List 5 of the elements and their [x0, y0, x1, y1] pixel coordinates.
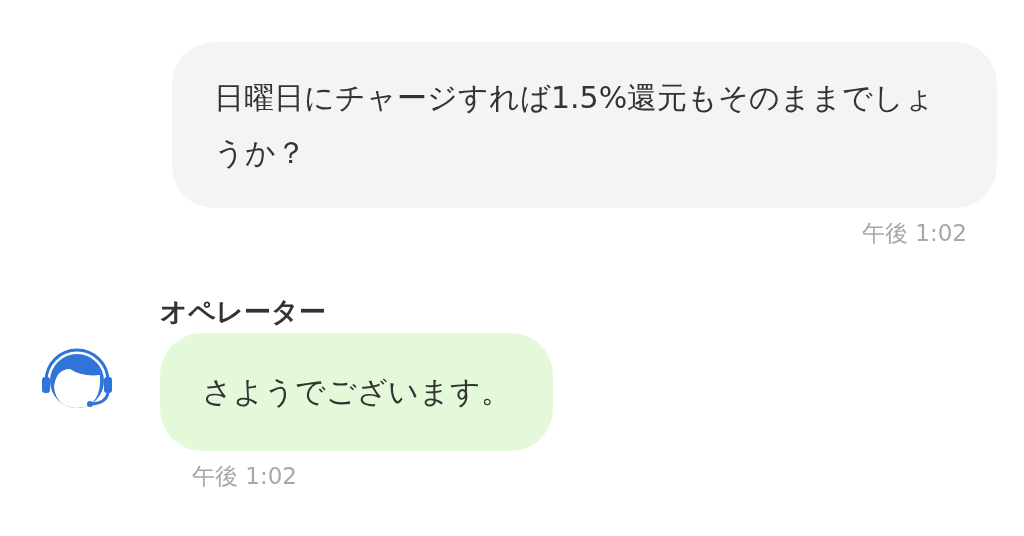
- timestamp: 午後 1:02: [862, 219, 967, 248]
- timestamp: 午後 1:02: [192, 462, 297, 491]
- message-bubble: 日曜日にチャージすれば1.5%還元もそのままでしょうか？: [172, 42, 997, 208]
- message-bubble: さようでございます。: [160, 333, 553, 451]
- sender-name: オペレーター: [160, 296, 326, 328]
